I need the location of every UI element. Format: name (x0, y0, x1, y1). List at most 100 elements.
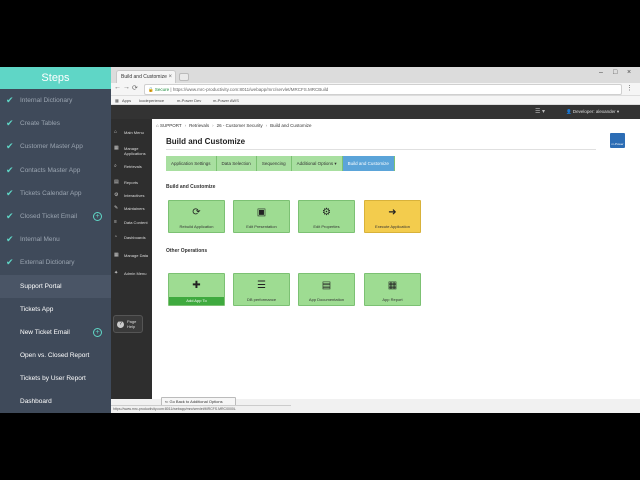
step-item-external-dictionary[interactable]: ✔ External Dictionary (0, 251, 111, 274)
step-label: Tickets Calendar App (20, 189, 82, 197)
close-tab-icon[interactable]: × (168, 71, 172, 83)
reload-icon[interactable]: ⟳ (132, 84, 138, 92)
step-item-open-vs-closed-report[interactable]: Open vs. Closed Report (0, 344, 111, 367)
add-app-to-tile[interactable]: ✚ Add App To (168, 273, 225, 306)
developer-label: Developer: alexander (572, 109, 616, 114)
step-item-support-portal[interactable]: Support Portal (0, 274, 111, 298)
step-item-closed-ticket-email[interactable]: ✔ Closed Ticket Email + (0, 205, 111, 228)
tab-sequencing[interactable]: Sequencing (256, 156, 292, 171)
tab-additional-options[interactable]: Additional Options ▾ (291, 156, 343, 171)
steps-list: ✔ Internal Dictionary ✔ Create Tables ✔ Custo… (0, 89, 111, 414)
document-icon: ▤ (321, 280, 332, 291)
add-circle-icon[interactable]: + (93, 211, 102, 221)
apps-menu-icon[interactable]: ☰ ▾ (535, 105, 545, 119)
sidebar-item-maintainers[interactable]: ✎ Maintainers (113, 206, 151, 212)
checkmark-icon: ✔ (6, 95, 14, 105)
arrow-right-circle-icon: ➜ (388, 207, 397, 218)
sidebar-item-main-menu[interactable]: ⌂ Main Menu (113, 130, 151, 136)
crumb-current: Build and Customize (270, 123, 312, 128)
step-item-customer-master-app[interactable]: ✔ Customer Master App (0, 135, 111, 158)
checkmark-icon: ✔ (6, 187, 14, 198)
bookmark-icodeperience[interactable]: Icodeperience (139, 96, 164, 105)
sidebar-item-manage-applications[interactable]: ▦ Manage Applications (113, 145, 151, 157)
sidebar-item-dashboards[interactable]: ◔ Dashboards (113, 235, 151, 241)
bookmark-mpower-aws[interactable]: m-Power AWS (213, 96, 239, 105)
crumb-retrievals[interactable]: Retrievals (189, 123, 209, 128)
sidebar-item-label: Interactives (124, 193, 145, 198)
tile-label: App Report (382, 297, 403, 302)
page-help-button[interactable]: ? Page Help (113, 315, 143, 333)
address-bar: ← → ⟳ 🔒 Secure | https://www.mrc-product… (111, 83, 640, 96)
step-item-contacts-master-app[interactable]: ✔ Contacts Master App (0, 159, 111, 182)
tile-label: Edit Properties (313, 224, 340, 229)
edit-presentation-tile[interactable]: ▣ Edit Presentation (233, 200, 290, 233)
other-section-heading: Other Operations (166, 248, 208, 254)
edit-properties-tile[interactable]: ⚙ Edit Properties (298, 200, 355, 233)
step-item-tickets-by-user-report[interactable]: Tickets by User Report (0, 367, 111, 390)
steps-title: Steps (0, 67, 111, 89)
crumb-support[interactable]: SUPPORT (160, 123, 182, 128)
breadcrumb-separator-icon: › (184, 123, 187, 128)
step-item-internal-menu[interactable]: ✔ Internal Menu (0, 228, 111, 251)
step-label: Internal Menu (20, 236, 60, 244)
sidebar-item-label: Dashboards (124, 235, 146, 240)
user-icon: 👤 (566, 109, 573, 114)
new-tab-button[interactable] (179, 73, 189, 81)
step-item-internal-dictionary[interactable]: ✔ Internal Dictionary (0, 89, 111, 112)
execute-application-tile[interactable]: ➜ Execute Application (364, 200, 421, 233)
sidebar-item-label: Maintainers (124, 206, 145, 211)
wrench-icon: ✦ (114, 270, 119, 276)
browser-menu-icon[interactable]: ⋮ (626, 84, 633, 92)
step-label: Support Portal (20, 282, 62, 290)
step-item-dashboard[interactable]: Dashboard (0, 390, 111, 413)
apps-grid-icon: ▦ (115, 98, 119, 103)
app-report-tile[interactable]: ▦ App Report (364, 273, 421, 306)
rebuild-application-tile[interactable]: ⟳ Rebuild Application (168, 200, 225, 233)
browser-tab[interactable]: Build and Customize × (116, 70, 176, 83)
grid-icon: ▦ (114, 145, 119, 151)
image-icon: ▣ (256, 207, 267, 218)
close-window-icon[interactable]: × (627, 69, 631, 76)
tab-data-selection[interactable]: Data Selection (216, 156, 257, 171)
checkmark-icon: ✔ (6, 257, 14, 268)
minimize-icon[interactable]: – (599, 69, 603, 76)
breadcrumb-separator-icon: › (212, 123, 214, 128)
sidebar-item-manage-data[interactable]: ▦ Manage Data (113, 253, 151, 259)
step-label: Create Tables (20, 120, 60, 128)
tab-build-and-customize[interactable]: Build and Customize (342, 156, 395, 171)
sidebar-item-data-content[interactable]: ≡ Data Content (113, 220, 151, 226)
developer-menu[interactable]: 👤 Developer: alexander ▾ (566, 105, 619, 119)
plus-icon: ✚ (192, 280, 201, 291)
forward-icon[interactable]: → (123, 84, 130, 91)
mpower-logo: m-Power (610, 133, 625, 148)
checkmark-icon: ✔ (6, 141, 14, 152)
tab-application-settings[interactable]: Application Settings (166, 156, 217, 171)
add-circle-icon[interactable]: + (93, 327, 102, 337)
sidebar-item-interactives[interactable]: ⚙ Interactives (113, 193, 151, 199)
step-item-create-tables[interactable]: ✔ Create Tables (0, 112, 111, 135)
sidebar-item-label: Retrievals (124, 164, 142, 169)
step-label: Closed Ticket Email (20, 212, 78, 220)
sidebar-item-label: Main Menu (124, 130, 144, 135)
bookmark-mpower-dev[interactable]: m-Power Dev (177, 96, 201, 105)
maximize-icon[interactable]: □ (613, 69, 617, 76)
step-item-tickets-app[interactable]: Tickets App (0, 298, 111, 321)
app-topbar: ☰ ▾ 👤 Developer: alexander ▾ (111, 105, 640, 119)
tile-label: Execute Application (375, 224, 410, 229)
crumb-app[interactable]: 26 - Customer Security (217, 123, 263, 128)
step-label: External Dictionary (20, 259, 75, 267)
tile-label: Edit Presentation (246, 224, 277, 229)
bookmark-apps[interactable]: Apps (122, 96, 131, 105)
back-icon[interactable]: ← (114, 84, 121, 91)
app-documentation-tile[interactable]: ▤ App Documentation (298, 273, 355, 306)
url-field[interactable]: 🔒 Secure | https://www.mrc-productivity.… (144, 84, 622, 95)
db-performance-tile[interactable]: ☰ DB performance (233, 273, 290, 306)
step-item-tickets-calendar-app[interactable]: ✔ Tickets Calendar App (0, 182, 111, 205)
sidebar-item-label: Manage Data (124, 253, 149, 258)
tile-label: Add App To (169, 297, 224, 305)
sidebar-item-admin-menu[interactable]: ✦ Admin Menu (113, 270, 151, 277)
step-item-new-ticket-email[interactable]: New Ticket Email + (0, 321, 111, 344)
sidebar-item-reports[interactable]: ▤ Reports (113, 180, 151, 186)
sidebar-item-retrievals[interactable]: ⌕ Retrievals (113, 164, 151, 170)
status-bar: https://www.mrc-productivity.com:8011/we… (111, 405, 291, 413)
